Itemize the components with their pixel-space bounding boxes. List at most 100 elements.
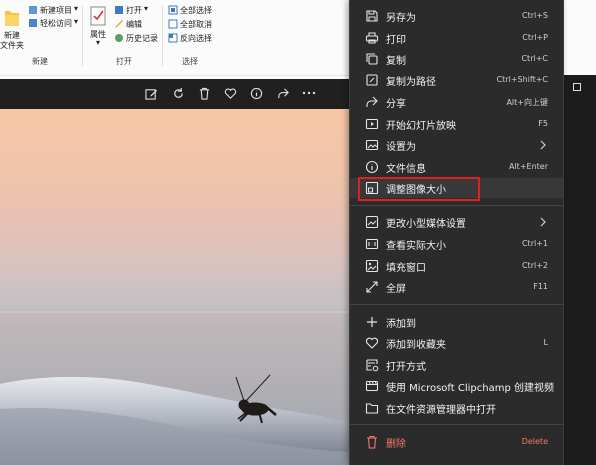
new-folder-label-2[interactable]: 文件夹 — [0, 40, 24, 51]
heart-icon — [365, 337, 379, 349]
menu-item-label: 另存为 — [386, 13, 416, 24]
rotate-icon[interactable] — [170, 85, 186, 101]
share-icon — [366, 96, 378, 107]
group-select-label: 选择 — [182, 57, 198, 66]
invert-selection-icon[interactable] — [168, 33, 178, 43]
menu-divider — [350, 304, 563, 305]
menu-item-label: 开始幻灯片放映 — [386, 121, 456, 132]
edit-image-icon[interactable] — [143, 85, 159, 101]
menu-item-shortcut: Alt+向上键 — [506, 98, 548, 107]
ribbon-divider — [82, 6, 83, 66]
menu-item-open-in-explorer[interactable]: 在文件资源管理器中打开 — [350, 398, 563, 418]
menu-item-shortcut: L — [543, 338, 548, 347]
menu-divider — [350, 424, 563, 425]
menu-item-shortcut: Ctrl+1 — [521, 239, 548, 248]
chevron-right-icon — [540, 217, 546, 227]
easy-access-button[interactable]: 轻松访问 — [40, 18, 72, 29]
menu-item-label: 更改小型媒体设置 — [386, 219, 466, 230]
copy-icon — [366, 53, 378, 65]
menu-item-label: 分享 — [386, 99, 406, 110]
menu-divider — [350, 205, 563, 206]
select-all-icon[interactable] — [168, 5, 178, 15]
menu-item-copy-as-path[interactable]: 复制为路径 Ctrl+Shift+C — [350, 70, 563, 90]
menu-item-fullscreen[interactable]: 全屏 F11 — [350, 277, 563, 297]
trash-icon — [367, 435, 377, 449]
slideshow-icon — [365, 118, 379, 130]
favorite-icon[interactable] — [222, 85, 238, 101]
menu-item-shortcut: Ctrl+2 — [521, 261, 548, 270]
print-icon — [365, 32, 379, 44]
menu-item-label: 设置为 — [386, 142, 416, 153]
menu-item-label: 文件信息 — [386, 164, 426, 175]
open-button[interactable]: 打开 — [126, 5, 142, 16]
info-icon[interactable] — [248, 85, 264, 101]
menu-item-slideshow[interactable]: 开始幻灯片放映 F5 — [350, 114, 563, 134]
new-item-icon[interactable] — [28, 5, 38, 15]
more-icon[interactable] — [301, 85, 317, 101]
menu-item-print[interactable]: 打印 Ctrl+P — [350, 28, 563, 48]
menu-item-label: 全屏 — [386, 284, 406, 295]
menu-item-shortcut: F5 — [538, 119, 548, 128]
menu-item-media-settings[interactable]: 更改小型媒体设置 — [350, 212, 563, 232]
fullscreen-icon — [366, 281, 378, 293]
menu-item-file-info[interactable]: 文件信息 Alt+Enter — [350, 157, 563, 177]
menu-item-shortcut: Ctrl+C — [521, 54, 548, 63]
menu-item-label: 查看实际大小 — [386, 241, 446, 252]
copy-path-icon — [366, 74, 378, 86]
new-item-button[interactable]: 新建项目 — [40, 5, 72, 16]
media-settings-icon — [365, 215, 379, 229]
context-menu: 另存为 Ctrl+S 打印 Ctrl+P 复制 Ctrl+C 复制为路径 Ctr… — [349, 0, 564, 465]
menu-item-label: 填充窗口 — [386, 263, 426, 274]
background-window — [560, 75, 596, 465]
menu-item-actual-size[interactable]: 查看实际大小 Ctrl+1 — [350, 234, 563, 254]
menu-item-delete[interactable]: 删除 Delete — [350, 432, 563, 452]
history-icon[interactable] — [114, 33, 124, 43]
plus-icon — [367, 317, 377, 327]
delete-icon[interactable] — [196, 85, 212, 101]
history-button[interactable]: 历史记录 — [126, 33, 158, 44]
menu-item-shortcut: Ctrl+P — [522, 33, 548, 42]
menu-item-add-to[interactable]: 添加到 — [350, 312, 563, 332]
menu-item-open-with[interactable]: 打开方式 — [350, 355, 563, 375]
menu-item-label: 复制 — [386, 56, 406, 67]
select-all-button[interactable]: 全部选择 — [180, 5, 212, 16]
menu-item-save-as[interactable]: 另存为 Ctrl+S — [350, 6, 563, 26]
menu-item-label: 删除 — [386, 439, 406, 450]
actual-size-icon — [365, 238, 379, 250]
new-folder-icon[interactable] — [4, 6, 20, 28]
menu-item-copy[interactable]: 复制 Ctrl+C — [350, 49, 563, 69]
folder-icon — [365, 403, 379, 414]
fill-window-icon — [365, 259, 379, 273]
menu-item-label: 添加到 — [386, 319, 416, 330]
menu-item-set-as[interactable]: 设置为 — [350, 135, 563, 155]
menu-item-shortcut: Delete — [521, 437, 548, 446]
menu-item-label: 添加到收藏夹 — [386, 340, 446, 351]
group-open-label: 打开 — [116, 57, 132, 66]
edit-icon[interactable] — [114, 19, 124, 29]
open-icon[interactable] — [114, 5, 124, 15]
highlight-annotation-box — [358, 177, 480, 201]
menu-item-label: 打印 — [386, 35, 406, 46]
menu-item-add-to-favorites[interactable]: 添加到收藏夹 L — [350, 333, 563, 353]
share-icon[interactable] — [275, 85, 291, 101]
properties-icon[interactable] — [90, 6, 106, 26]
open-dropdown-icon[interactable]: ▾ — [144, 4, 148, 13]
new-item-dropdown-icon[interactable]: ▾ — [74, 4, 78, 13]
info-icon — [365, 160, 379, 174]
menu-item-fill-window[interactable]: 填充窗口 Ctrl+2 — [350, 256, 563, 276]
properties-dropdown-icon[interactable]: ▾ — [96, 38, 100, 47]
video-icon — [365, 380, 379, 392]
select-none-icon[interactable] — [168, 19, 178, 29]
menu-item-create-video-clipchamp[interactable]: 使用 Microsoft Clipchamp 创建视频 — [350, 376, 563, 396]
maximize-icon[interactable] — [573, 83, 581, 91]
set-as-icon — [365, 139, 379, 151]
easy-access-dropdown-icon[interactable]: ▾ — [74, 17, 78, 26]
invert-selection-button[interactable]: 反向选择 — [180, 33, 212, 44]
select-none-button[interactable]: 全部取消 — [180, 19, 212, 30]
open-with-icon — [366, 359, 379, 372]
menu-item-share[interactable]: 分享 Alt+向上键 — [350, 92, 563, 112]
edit-button[interactable]: 编辑 — [126, 19, 142, 30]
easy-access-icon[interactable] — [28, 18, 38, 28]
menu-item-shortcut: Ctrl+Shift+C — [496, 75, 548, 84]
menu-item-label: 打开方式 — [386, 362, 426, 373]
